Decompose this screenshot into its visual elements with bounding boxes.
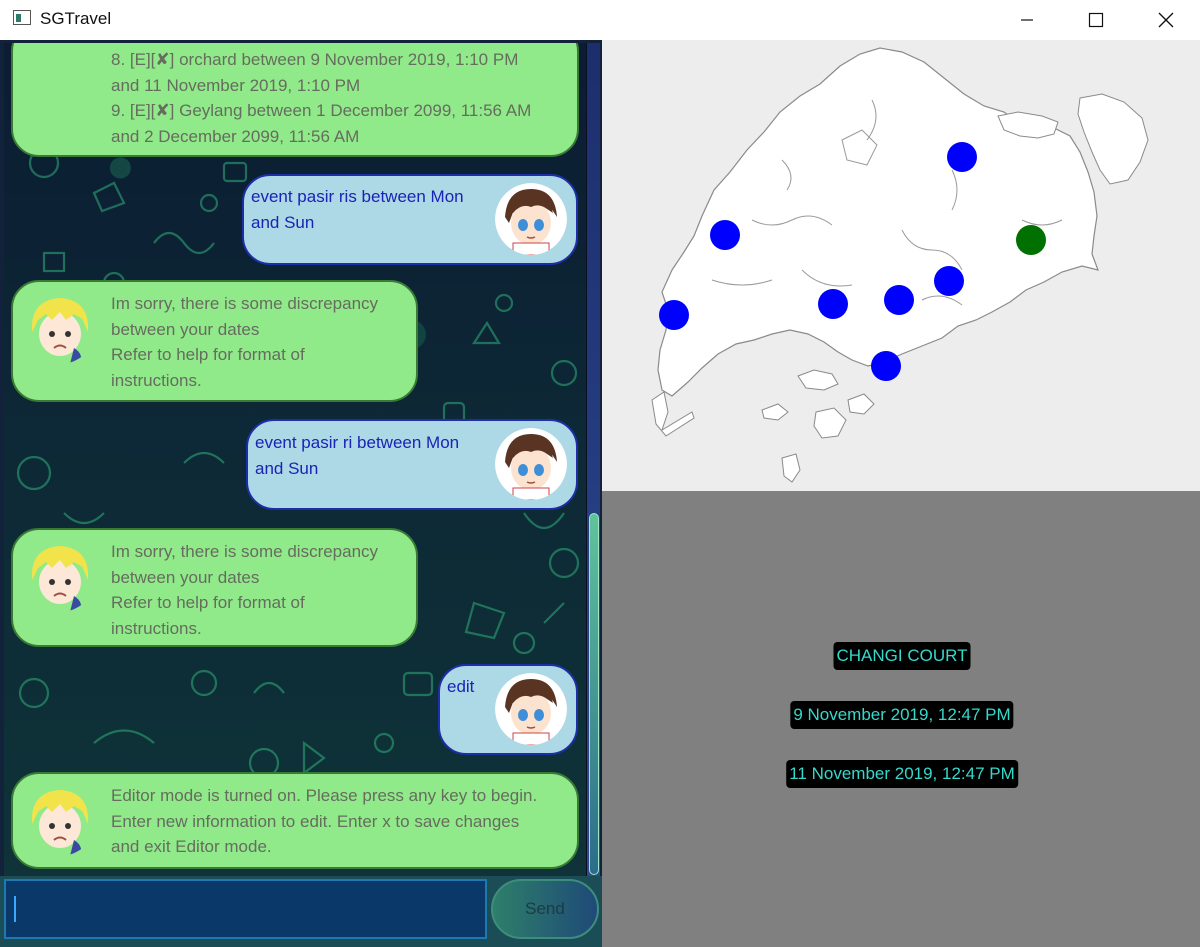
message-line: between your dates xyxy=(111,319,260,339)
message-line: instructions. xyxy=(111,618,202,638)
message-line: 9. [E][✘] Geylang between 1 December 209… xyxy=(111,101,532,120)
message-line: Enter new information to edit. Enter x t… xyxy=(111,811,520,831)
message-line: event pasir ris between Mon xyxy=(251,187,464,206)
map-island-tekong xyxy=(1077,93,1149,185)
map-island-south-2 xyxy=(813,407,847,439)
message-line: and Sun xyxy=(255,458,319,478)
marker-far-west[interactable] xyxy=(659,300,689,330)
map-island-south-4 xyxy=(847,393,875,415)
marker-west[interactable] xyxy=(710,220,740,250)
message-line: Refer to help for format of xyxy=(111,593,305,612)
message-line: Refer to help for format of xyxy=(111,345,305,364)
message-line: instructions. xyxy=(111,370,202,390)
map-island-sentosa xyxy=(797,369,839,391)
singapore-map xyxy=(651,47,1149,483)
message-line: and exit Editor mode. xyxy=(111,837,272,856)
user-message: event pasir ri between Mon and Sun xyxy=(246,419,578,510)
end-datetime: 11 November 2019, 12:47 PM xyxy=(786,760,1018,788)
chat-input[interactable] xyxy=(4,879,487,939)
message-line: Im sorry, there is some discrepancy xyxy=(111,294,379,313)
message-line: and 11 November 2019, 1:10 PM xyxy=(111,75,361,95)
user-message: edit xyxy=(438,664,578,755)
close-icon xyxy=(1158,12,1174,28)
map-island-west xyxy=(651,391,695,437)
bot-message: Editor mode is turned on. Please press a… xyxy=(11,772,579,869)
message-line: edit xyxy=(447,677,475,696)
message-line: 8. [E][✘] orchard between 9 November 201… xyxy=(111,50,519,69)
user-avatar xyxy=(495,183,567,255)
message-line: Editor mode is turned on. Please press a… xyxy=(111,786,538,805)
minimize-icon xyxy=(1021,19,1033,21)
bot-message: Im sorry, there is some discrepancy betw… xyxy=(11,528,418,647)
bot-message: 8. [E][✘] orchard between 9 November 201… xyxy=(11,43,579,157)
marker-central[interactable] xyxy=(884,285,914,315)
message-line: event pasir ri between Mon xyxy=(255,433,460,452)
send-button[interactable]: Send xyxy=(491,879,599,939)
app-window-icon xyxy=(13,10,31,25)
chat-scrollbar[interactable] xyxy=(586,43,600,877)
message-line: and Sun xyxy=(251,212,315,232)
map-island-south-1 xyxy=(761,403,789,421)
bot-avatar xyxy=(24,292,96,364)
bot-message: Im sorry, there is some discrepancy betw… xyxy=(11,280,418,402)
user-avatar xyxy=(495,673,567,745)
marker-central-west[interactable] xyxy=(818,289,848,319)
marker-east[interactable] xyxy=(934,266,964,296)
bot-avatar xyxy=(24,784,96,856)
minimize-button[interactable] xyxy=(1004,0,1050,40)
maximize-button[interactable] xyxy=(1073,0,1119,40)
bot-avatar xyxy=(24,540,96,612)
message-line: between your dates xyxy=(111,567,260,587)
message-line: Im sorry, there is some discrepancy xyxy=(111,542,379,561)
text-caret xyxy=(14,896,16,922)
title-bar: SGTravel xyxy=(0,0,1200,40)
chat-pane: 8. [E][✘] orchard between 9 November 201… xyxy=(0,40,602,947)
chat-input-row: Send xyxy=(0,876,602,947)
start-datetime: 9 November 2019, 12:47 PM xyxy=(790,701,1014,729)
marker-north-east[interactable] xyxy=(947,142,977,172)
chat-history[interactable]: 8. [E][✘] orchard between 9 November 201… xyxy=(4,43,586,876)
map-island-south-3 xyxy=(781,453,801,483)
window-title: SGTravel xyxy=(40,9,112,28)
marker-green[interactable] xyxy=(1016,225,1046,255)
user-message: event pasir ris between Mon and Sun xyxy=(242,174,578,265)
close-button[interactable] xyxy=(1143,0,1189,40)
location-name: CHANGI COURT xyxy=(833,642,971,670)
user-avatar xyxy=(495,428,567,500)
map-pane xyxy=(602,40,1200,491)
marker-south[interactable] xyxy=(871,351,901,381)
maximize-icon xyxy=(1088,12,1104,28)
message-line: and 2 December 2099, 11:56 AM xyxy=(111,126,360,146)
detail-pane: CHANGI COURT 9 November 2019, 12:47 PM 1… xyxy=(602,491,1200,947)
chat-scrollbar-thumb[interactable] xyxy=(589,513,599,875)
